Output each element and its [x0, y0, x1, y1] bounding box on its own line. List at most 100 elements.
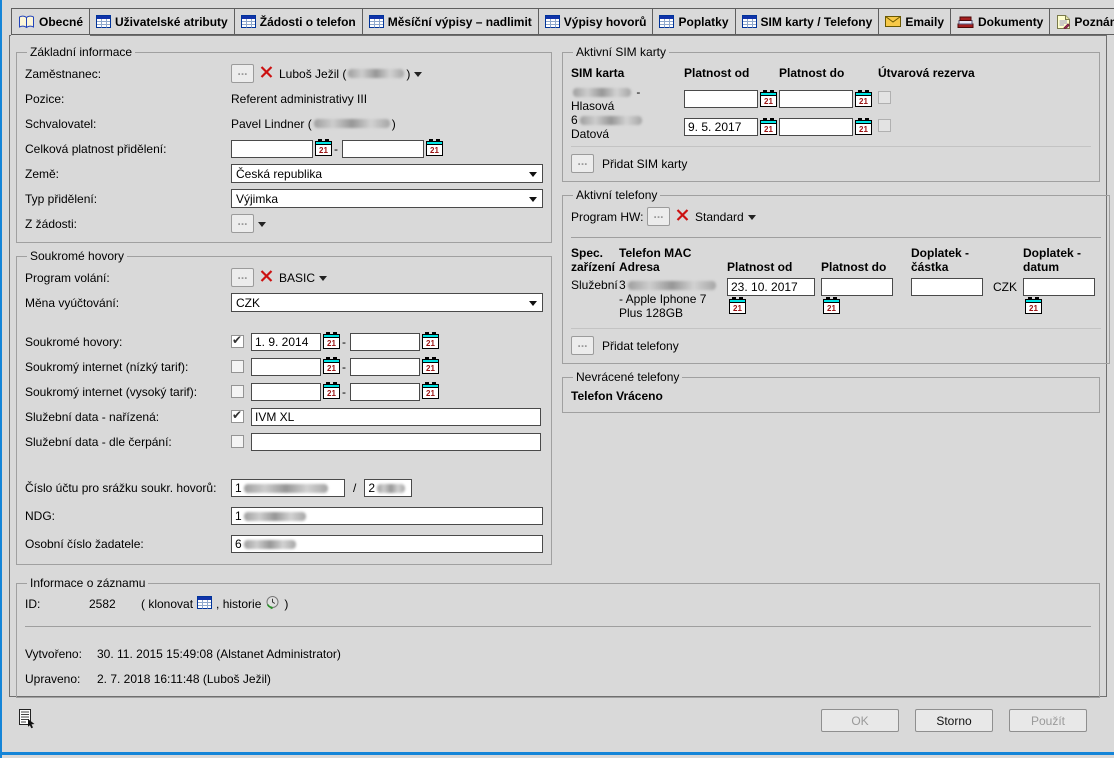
sim-header-to: Platnost do [779, 66, 874, 80]
ndg-input[interactable]: 1 [231, 507, 543, 525]
business-data-mandatory-input[interactable] [251, 408, 541, 426]
history-icon[interactable] [265, 595, 280, 613]
calling-program-value: BASIC [279, 271, 315, 285]
internet-low-from-input[interactable] [251, 358, 321, 376]
private-calls-checkbox[interactable] [231, 335, 244, 348]
program-hw-dropdown-icon[interactable] [748, 215, 756, 224]
assignment-type-select[interactable]: Výjimka [231, 189, 543, 208]
tab-poplatky[interactable]: Poplatky [652, 8, 735, 35]
account-number-input[interactable]: 1 [231, 479, 345, 497]
calendar-icon[interactable]: 21 [323, 334, 340, 349]
private-calls-legend: Soukromé hovory [27, 249, 127, 263]
internet-low-to-input[interactable] [350, 358, 420, 376]
calendar-icon[interactable]: 21 [323, 359, 340, 374]
sim-voice-reserve-checkbox[interactable] [878, 91, 891, 104]
phones-table-header: Spec. zařízení Telefon MAC Adresa Platno… [571, 246, 1101, 274]
updated-label: Upraveno: [25, 672, 97, 686]
calendar-icon[interactable]: 21 [422, 384, 439, 399]
books-icon [957, 15, 974, 28]
record-id-value: 2582 [89, 597, 137, 611]
phone-from-input[interactable] [727, 278, 815, 296]
billing-currency-select-value: CZK [236, 296, 260, 310]
document-cursor-icon[interactable] [18, 709, 36, 733]
program-hw-browse-button[interactable]: ... [647, 207, 670, 226]
calling-program-remove-icon[interactable] [260, 270, 273, 285]
surcharge-date-input[interactable] [1023, 278, 1095, 296]
employee-remove-icon[interactable] [260, 66, 273, 81]
ndg-row: NDG: 1 [25, 502, 543, 530]
calendar-icon[interactable]: 21 [823, 299, 840, 314]
private-calls-from-input[interactable] [251, 333, 321, 351]
calendar-icon[interactable]: 21 [315, 141, 332, 156]
phone-row: Služební 3 - Apple Iphone 7 Plus 128GB 2… [571, 278, 1101, 320]
employee-browse-button[interactable]: ... [231, 64, 254, 83]
tab-sim-karty-telefony[interactable]: SIM karty / Telefony [735, 8, 880, 35]
internet-high-to-input[interactable] [350, 383, 420, 401]
internet-low-checkbox[interactable] [231, 360, 244, 373]
personal-number-input[interactable]: 6 [231, 535, 543, 553]
calling-program-dropdown-icon[interactable] [319, 276, 327, 285]
business-data-usage-input[interactable] [251, 433, 541, 451]
tab-vypisy-hovoru[interactable]: Výpisy hovorů [538, 8, 654, 35]
calendar-icon[interactable]: 21 [760, 92, 777, 107]
add-phone-browse-button[interactable]: ... [571, 336, 594, 355]
calling-program-browse-button[interactable]: ... [231, 268, 254, 287]
ok-button[interactable]: OK [821, 709, 899, 732]
calendar-icon[interactable]: 21 [760, 120, 777, 135]
calendar-icon[interactable]: 21 [422, 334, 439, 349]
phone-to-input[interactable] [821, 278, 893, 296]
sim-data-to-input[interactable] [779, 118, 853, 136]
calendar-icon[interactable]: 21 [422, 359, 439, 374]
surcharge-amount-input[interactable] [911, 278, 983, 296]
table-icon [369, 15, 384, 28]
private-calls-to-input[interactable] [350, 333, 420, 351]
program-hw-remove-icon[interactable] [676, 209, 689, 224]
business-data-usage-checkbox[interactable] [231, 435, 244, 448]
tab-dokumenty[interactable]: Dokumenty [950, 8, 1050, 35]
phones-header-to: Platnost do [821, 260, 911, 274]
surcharge-currency-label: CZK [989, 278, 1023, 294]
calendar-icon[interactable]: 21 [323, 384, 340, 399]
add-phone-label[interactable]: Přidat telefony [602, 339, 679, 353]
clone-icon[interactable] [197, 596, 212, 612]
add-sim-browse-button[interactable]: ... [571, 154, 594, 173]
bank-code-input[interactable]: 2 [364, 479, 412, 497]
from-request-browse-button[interactable]: ... [231, 214, 254, 233]
employee-dropdown-icon[interactable] [414, 72, 422, 81]
tab-zadosti-o-telefon[interactable]: Žádosti o telefon [234, 8, 363, 35]
tab-obecne[interactable]: Obecné [11, 8, 90, 35]
tab-emaily[interactable]: Emaily [878, 8, 951, 35]
calendar-icon[interactable]: 21 [729, 299, 746, 314]
calendar-icon[interactable]: 21 [855, 120, 872, 135]
approver-name: Pavel Lindner ( [231, 117, 312, 131]
add-sim-label[interactable]: Přidat SIM karty [602, 157, 687, 171]
internet-high-from-input[interactable] [251, 383, 321, 401]
sim-data-from-input[interactable] [684, 118, 758, 136]
calendar-icon[interactable]: 21 [855, 92, 872, 107]
sim-voice-to-input[interactable] [779, 90, 853, 108]
calendar-icon[interactable]: 21 [1025, 299, 1042, 314]
sim-data-reserve-checkbox[interactable] [878, 119, 891, 132]
updated-value: 2. 7. 2018 16:11:48 (Luboš Ježil) [97, 672, 271, 686]
redacted-bank-code [377, 484, 405, 493]
business-data-mandatory-checkbox[interactable] [231, 410, 244, 423]
approver-label: Schvalovatel: [25, 117, 231, 131]
tab-uzivatelske-atributy[interactable]: Uživatelské atributy [89, 8, 235, 35]
phone-number-prefix: 3 [619, 278, 626, 292]
redacted-approver-id [314, 119, 390, 128]
internet-high-checkbox[interactable] [231, 385, 244, 398]
country-select[interactable]: Česká republika [231, 164, 543, 183]
tab-mesicni-vypisy[interactable]: Měsíční výpisy – nadlimit [362, 8, 539, 35]
cancel-button[interactable]: Storno [915, 709, 993, 732]
from-request-dropdown-icon[interactable] [258, 222, 266, 231]
sim-voice-from-input[interactable] [684, 90, 758, 108]
tab-poznamka[interactable]: Poznámka [1049, 8, 1114, 35]
program-hw-label: Program HW: [571, 210, 647, 224]
ndg-label: NDG: [25, 509, 231, 523]
validity-from-input[interactable] [231, 140, 313, 158]
validity-to-input[interactable] [342, 140, 424, 158]
table-icon [742, 15, 757, 28]
apply-button[interactable]: Použít [1009, 709, 1087, 732]
calendar-icon[interactable]: 21 [426, 141, 443, 156]
billing-currency-select[interactable]: CZK [231, 293, 543, 312]
